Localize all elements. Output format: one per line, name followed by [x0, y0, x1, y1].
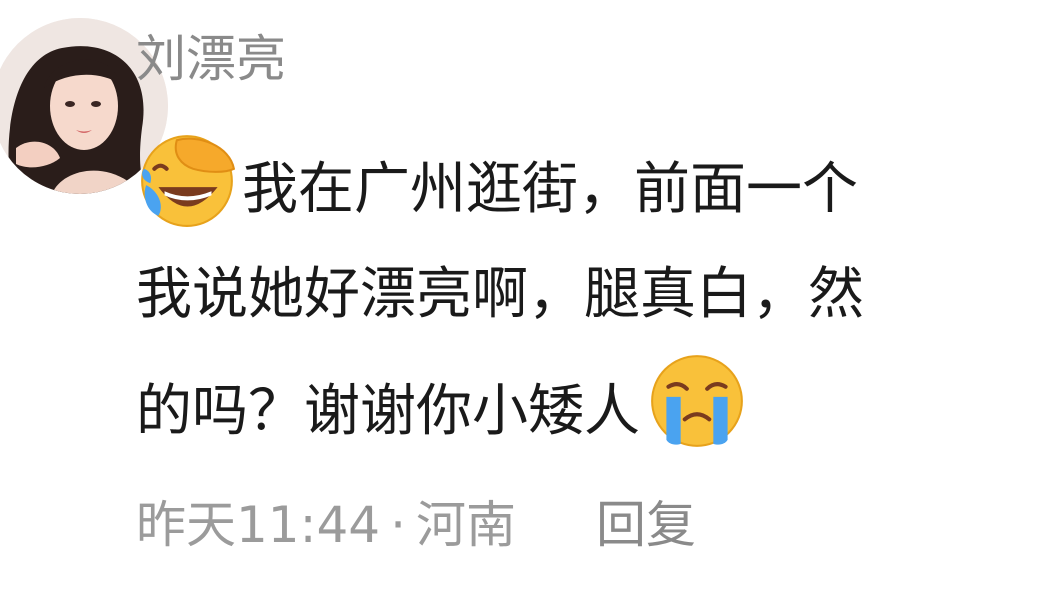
comment-line-2: 我说她好漂亮啊，腿真白，然: [136, 262, 864, 327]
username[interactable]: 刘漂亮: [136, 24, 286, 94]
comment-text: 我在广州逛街，前面一个 我说她好漂亮啊，腿真白，然 的吗？谢谢你小矮人: [136, 128, 1060, 461]
comment-item: 刘漂亮 我在广州逛街，前面一个 我说她好漂亮啊，腿真白，然 的吗？谢谢你小矮人 …: [0, 0, 1060, 596]
laughing-crying-face-icon: [136, 128, 238, 230]
comment-line-3: 的吗？谢谢你小矮人: [136, 350, 1060, 461]
comment-line-1: 我在广州逛街，前面一个: [136, 128, 1060, 239]
comment-meta: 昨天11:44 · 河南 回复: [136, 490, 696, 560]
crying-face-icon: [646, 350, 748, 452]
comment-time: 昨天11:44: [136, 496, 381, 554]
reply-button[interactable]: 回复: [596, 496, 696, 554]
meta-separator: ·: [390, 496, 406, 554]
comment-location: 河南: [416, 496, 516, 554]
